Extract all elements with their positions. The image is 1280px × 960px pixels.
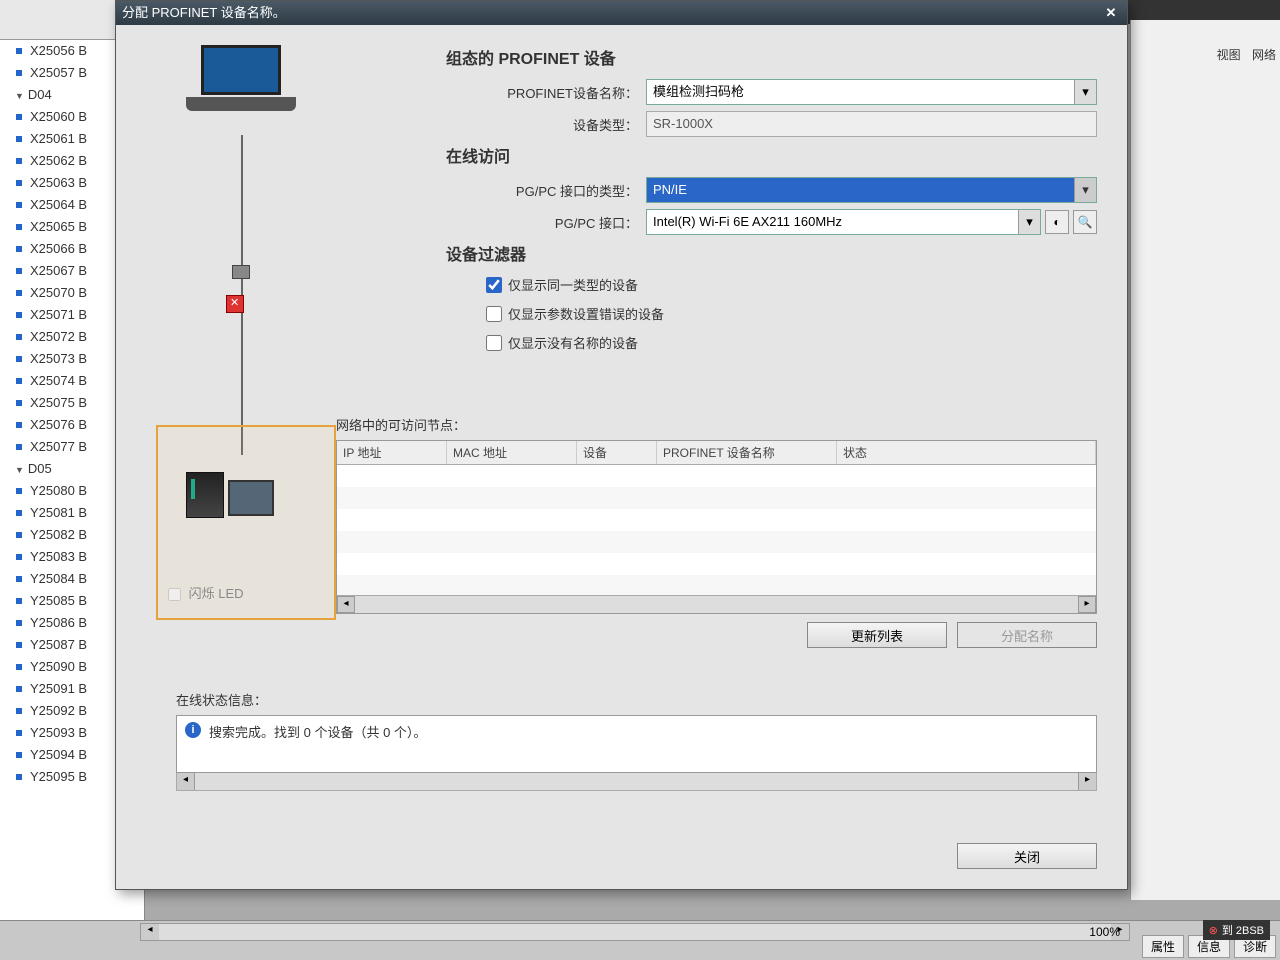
flash-led-checkbox[interactable]: 闪烁 LED bbox=[168, 583, 244, 602]
dialog-titlebar: 分配 PROFINET 设备名称。 ✕ bbox=[116, 1, 1127, 25]
scroll-left-icon[interactable]: ◂ bbox=[177, 773, 195, 790]
table-caption: 网络中的可访问节点： bbox=[336, 415, 1097, 434]
main-h-scrollbar[interactable]: ◂ ▸ bbox=[140, 923, 1130, 941]
close-icon[interactable]: ✕ bbox=[1101, 1, 1121, 25]
scroll-left-icon[interactable]: ◂ bbox=[337, 596, 355, 613]
tab-properties[interactable]: 属性 bbox=[1142, 935, 1184, 958]
assign-profinet-name-dialog: 分配 PROFINET 设备名称。 ✕ 闪烁 LED 组态的 PROFINET … bbox=[115, 0, 1128, 890]
selected-device-frame: 闪烁 LED bbox=[156, 425, 336, 620]
laptop-icon bbox=[186, 45, 296, 115]
online-status-section: 在线状态信息： i 搜索完成。找到 0 个设备（共 0 个）。 ◂ ▸ bbox=[176, 690, 1097, 791]
nodes-table[interactable]: IP 地址 MAC 地址 设备 PROFINET 设备名称 状态 ◂ ▸ bbox=[336, 440, 1097, 614]
dialog-title: 分配 PROFINET 设备名称。 bbox=[122, 1, 286, 25]
col-device: 设备 bbox=[577, 441, 657, 464]
chevron-down-icon[interactable]: ▾ bbox=[1018, 210, 1040, 234]
zoom-level[interactable]: 100% bbox=[1089, 925, 1120, 939]
col-ip: IP 地址 bbox=[337, 441, 447, 464]
chk-no-name[interactable]: 仅显示没有名称的设备 bbox=[486, 333, 1097, 352]
refresh-list-button[interactable]: 更新列表 bbox=[807, 622, 947, 648]
chk-same-type[interactable]: 仅显示同一类型的设备 bbox=[486, 275, 1097, 294]
assign-name-button[interactable]: 分配名称 bbox=[957, 622, 1097, 648]
status-label: 在线状态信息： bbox=[176, 690, 1097, 709]
tab-network[interactable]: 网络 bbox=[1252, 48, 1276, 62]
col-mac: MAC 地址 bbox=[447, 441, 577, 464]
configure-interface-button[interactable]: ◐ bbox=[1045, 210, 1069, 234]
tab-view[interactable]: 视图 bbox=[1217, 48, 1241, 62]
label-device-name: PROFINET设备名称： bbox=[446, 83, 646, 102]
right-panel: 视图 网络 bbox=[1130, 20, 1280, 900]
label-interface-type: PG/PC 接口的类型： bbox=[446, 181, 646, 200]
right-panel-tabs: 视图 网络 bbox=[1209, 46, 1276, 63]
col-profinet-name: PROFINET 设备名称 bbox=[657, 441, 837, 464]
scroll-left-icon[interactable]: ◂ bbox=[141, 924, 159, 940]
table-body-empty bbox=[337, 465, 1096, 595]
search-interface-button[interactable]: 🔍 bbox=[1073, 210, 1097, 234]
status-message: 搜索完成。找到 0 个设备（共 0 个）。 bbox=[209, 722, 426, 741]
error-badge[interactable]: 到 2BSB bbox=[1203, 920, 1270, 940]
info-icon: i bbox=[185, 722, 201, 738]
col-status: 状态 bbox=[837, 441, 1096, 464]
chevron-down-icon[interactable]: ▾ bbox=[1074, 178, 1096, 202]
scroll-right-icon[interactable]: ▸ bbox=[1078, 773, 1096, 790]
interface-node-icon bbox=[232, 265, 250, 279]
status-h-scrollbar[interactable]: ◂ ▸ bbox=[176, 773, 1097, 791]
chk-param-error[interactable]: 仅显示参数设置错误的设备 bbox=[486, 304, 1097, 323]
label-device-type: 设备类型： bbox=[446, 115, 646, 134]
accessible-nodes-section: 网络中的可访问节点： IP 地址 MAC 地址 设备 PROFINET 设备名称… bbox=[336, 415, 1097, 648]
section-online-access: 在线访问 bbox=[446, 143, 1097, 167]
table-header: IP 地址 MAC 地址 设备 PROFINET 设备名称 状态 bbox=[337, 441, 1096, 465]
config-form: 组态的 PROFINET 设备 PROFINET设备名称： 模组检测扫码枪▾ 设… bbox=[446, 39, 1097, 362]
label-interface: PG/PC 接口： bbox=[446, 213, 646, 232]
section-device-filter: 设备过滤器 bbox=[446, 241, 1097, 265]
field-device-type: SR-1000X bbox=[646, 111, 1097, 137]
app-statusbar: ◂ ▸ 100% 属性 信息 诊断 到 2BSB bbox=[0, 920, 1280, 960]
combo-interface-type[interactable]: PN/IE▾ bbox=[646, 177, 1097, 203]
scroll-right-icon[interactable]: ▸ bbox=[1078, 596, 1096, 613]
combo-interface[interactable]: Intel(R) Wi-Fi 6E AX211 160MHz▾ bbox=[646, 209, 1041, 235]
combo-device-name[interactable]: 模组检测扫码枪▾ bbox=[646, 79, 1097, 105]
plc-icon bbox=[186, 472, 224, 518]
section-configured-device: 组态的 PROFINET 设备 bbox=[446, 45, 1097, 69]
chevron-down-icon[interactable]: ▾ bbox=[1074, 80, 1096, 104]
close-button[interactable]: 关闭 bbox=[957, 843, 1097, 869]
table-h-scrollbar[interactable]: ◂ ▸ bbox=[337, 595, 1096, 613]
status-message-box: i 搜索完成。找到 0 个设备（共 0 个）。 bbox=[176, 715, 1097, 773]
flash-led-input[interactable] bbox=[168, 588, 181, 601]
error-node-icon bbox=[226, 295, 244, 313]
hmi-icon bbox=[228, 480, 274, 516]
